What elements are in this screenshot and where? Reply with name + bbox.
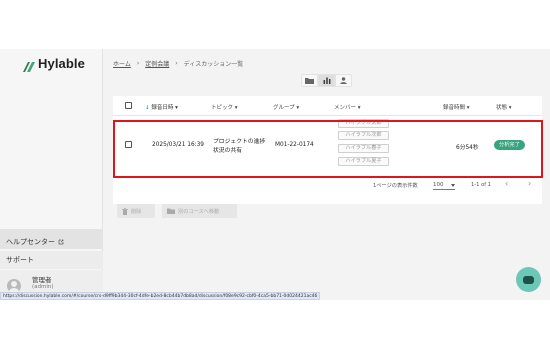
dropdown-caret-icon: ▾: [466, 105, 470, 111]
breadcrumb-course[interactable]: 定例会議: [145, 59, 169, 68]
trash-icon: [122, 207, 128, 215]
member-chip: ハイラブル太郎: [338, 119, 389, 128]
logo-mark-icon: [22, 58, 36, 72]
select-all-checkbox[interactable]: [125, 102, 132, 109]
dropdown-caret-icon: ▾: [508, 105, 512, 111]
person-icon: [340, 77, 347, 84]
discussion-table-card: ↓ 録音日時 ▾ トピック ▾ グループ ▾ メンバー ▾ 録音時間 ▾ 状態 …: [113, 96, 542, 204]
column-header-status-label: 状態: [496, 105, 508, 111]
next-page-icon[interactable]: ›: [528, 179, 531, 188]
delete-button[interactable]: 削除: [117, 204, 155, 218]
sort-arrow-icon: ↓: [145, 105, 150, 111]
dropdown-caret-icon: ▾: [175, 105, 178, 111]
page: Hylable ヘルプセンター サポート 管理者 (admin) ホーム › 定…: [0, 0, 550, 350]
row-date: 2025/03/21 16:39: [152, 142, 204, 148]
member-view-button[interactable]: [335, 74, 352, 87]
row-topic-line1: プロジェクトの進捗: [213, 139, 266, 145]
breadcrumb-separator-icon: ›: [175, 60, 178, 67]
rows-per-page-select[interactable]: 100: [433, 179, 455, 190]
row-group: M01-22-0174: [275, 142, 314, 148]
member-chip: ハイラブル春子: [338, 144, 389, 153]
pagination: 1ページの表示件数 100 1-1 of 1 ‹ ›: [113, 174, 542, 196]
brand-name: Hylable: [38, 56, 85, 71]
move-course-button[interactable]: 別のコースへ移動: [162, 204, 237, 218]
user-role: (admin): [32, 284, 54, 290]
chat-help-button[interactable]: [516, 267, 541, 292]
brand-logo[interactable]: Hylable: [22, 56, 85, 72]
chat-icon: [523, 275, 534, 284]
sidebar-item-support[interactable]: サポート: [0, 251, 103, 269]
breadcrumb-home[interactable]: ホーム: [113, 59, 131, 68]
external-link-icon: [58, 239, 64, 245]
sidebar: Hylable ヘルプセンター サポート 管理者 (admin): [0, 49, 103, 300]
column-header-date-label: 録音日時: [151, 105, 174, 111]
avatar: [7, 279, 21, 293]
view-toggle: [301, 74, 352, 87]
column-header-group[interactable]: グループ ▾: [273, 103, 299, 111]
column-header-members[interactable]: メンバー ▾: [334, 103, 361, 111]
column-header-status[interactable]: 状態 ▾: [496, 103, 512, 111]
table-row[interactable]: 2025/03/21 16:39 プロジェクトの進捗 状況の共有 M01-22-…: [113, 116, 542, 174]
dropdown-caret-icon: ▾: [357, 105, 361, 111]
dropdown-caret-icon: ▾: [296, 105, 300, 111]
breadcrumb-separator-icon: ›: [136, 60, 140, 67]
delete-button-label: 削除: [131, 208, 142, 215]
main-content: ホーム › 定例会議 › ディスカッション一覧 ↓ 録音日時 ▾ トピック ▾ …: [103, 49, 550, 300]
member-chip: ハイラブル次郎: [338, 131, 389, 140]
column-header-group-label: グループ: [273, 105, 295, 111]
member-chip: ハイラブル夏子: [338, 157, 389, 166]
column-header-topic[interactable]: トピック ▾: [211, 103, 238, 111]
bar-chart-icon: [323, 77, 330, 84]
column-header-date[interactable]: ↓ 録音日時 ▾: [145, 103, 178, 111]
status-badge: 分析完了: [494, 140, 525, 150]
column-header-duration[interactable]: 録音時間 ▾: [443, 103, 470, 111]
breadcrumb: ホーム › 定例会議 › ディスカッション一覧: [113, 59, 243, 68]
row-duration: 6分54秒: [456, 145, 479, 151]
chart-view-button[interactable]: [318, 74, 335, 87]
folder-view-button[interactable]: [301, 74, 318, 87]
column-header-duration-label: 録音時間: [443, 105, 466, 111]
sidebar-item-help-center[interactable]: ヘルプセンター: [0, 229, 103, 249]
status-bar-url: https://discussion.hylable.com/#/course/…: [0, 292, 321, 300]
row-checkbox[interactable]: [125, 141, 132, 148]
move-course-button-label: 別のコースへ移動: [178, 208, 220, 215]
column-header-topic-label: トピック: [211, 105, 234, 111]
row-topic-line2: 状況の共有: [213, 148, 242, 154]
column-header-members-label: メンバー: [334, 105, 357, 111]
table-header: ↓ 録音日時 ▾ トピック ▾ グループ ▾ メンバー ▾ 録音時間 ▾ 状態 …: [113, 96, 542, 116]
folder-move-icon: [167, 208, 175, 214]
prev-page-icon[interactable]: ‹: [505, 179, 508, 188]
user-name: 管理者: [32, 276, 52, 284]
pagination-range: 1-1 of 1: [471, 182, 492, 188]
rows-per-page-label: 1ページの表示件数: [373, 183, 418, 189]
breadcrumb-current: ディスカッション一覧: [183, 61, 244, 68]
help-center-label: ヘルプセンター: [6, 238, 55, 246]
dropdown-caret-icon: ▾: [234, 105, 238, 111]
support-label: サポート: [6, 256, 34, 264]
folder-icon: [305, 78, 314, 84]
app-window: Hylable ヘルプセンター サポート 管理者 (admin) ホーム › 定…: [0, 49, 550, 300]
